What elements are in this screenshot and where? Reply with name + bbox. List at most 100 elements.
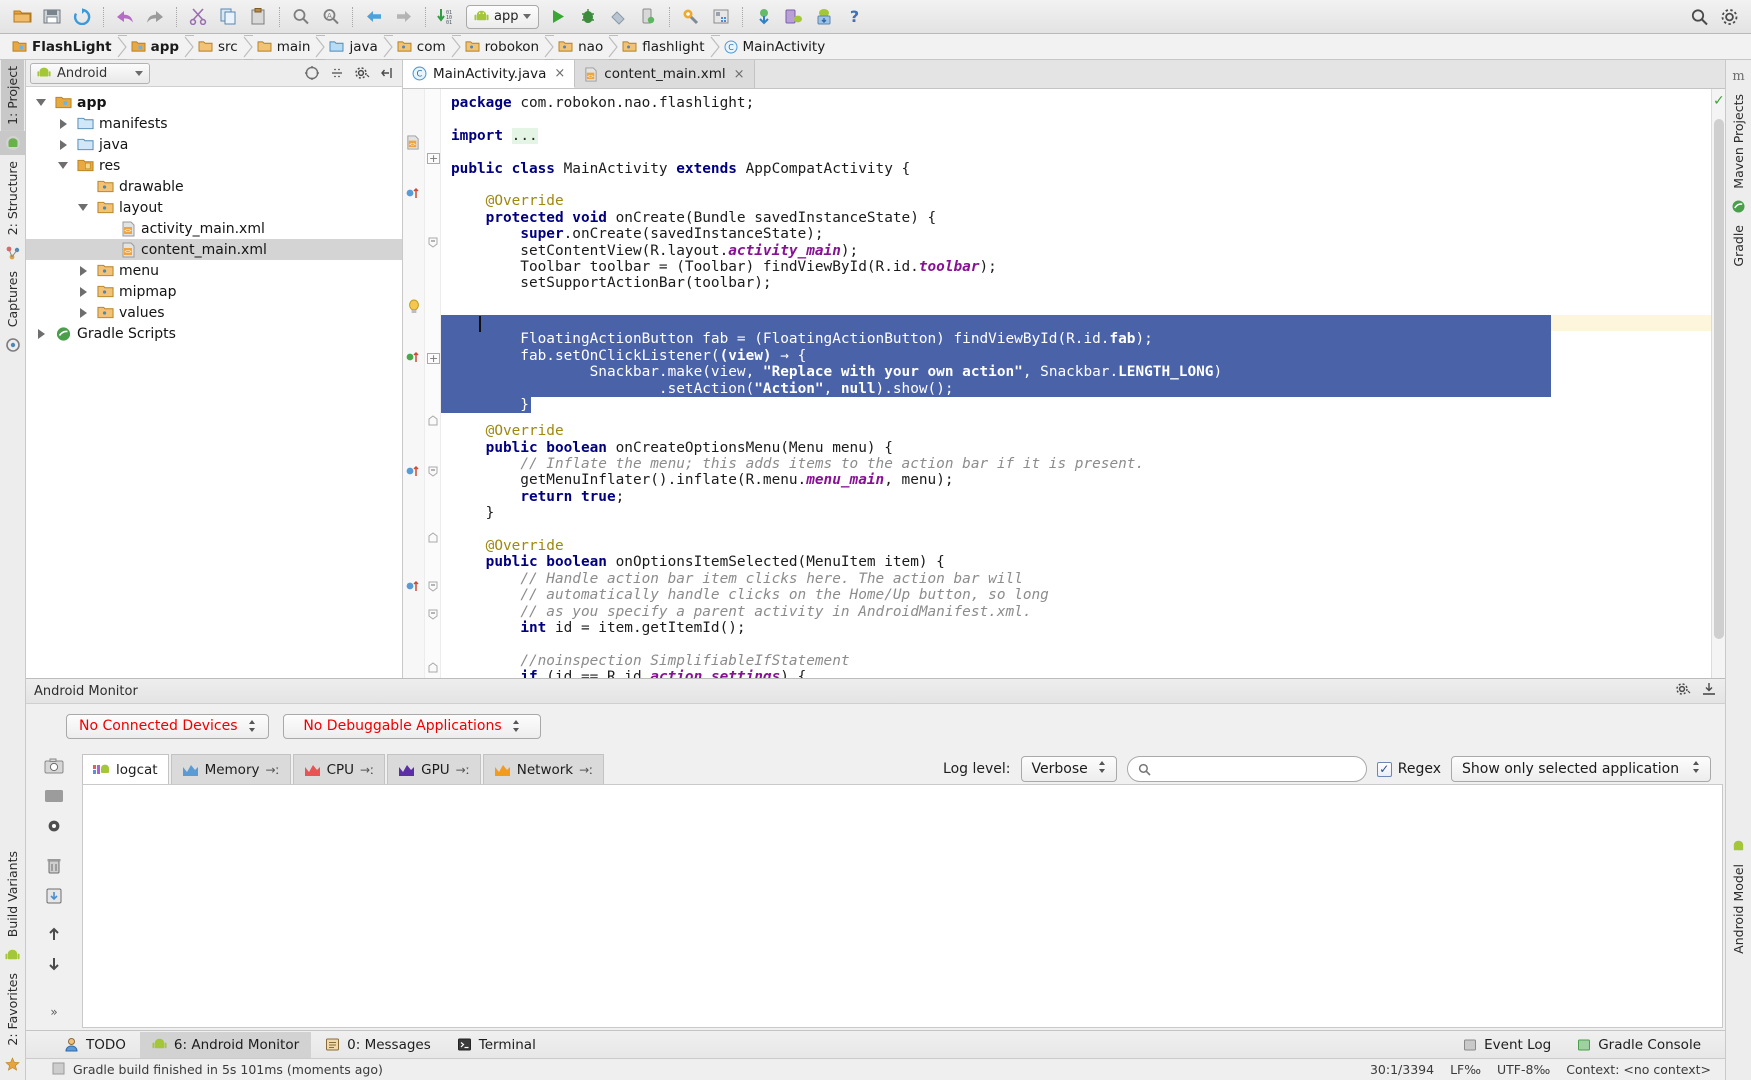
twisty-right-icon[interactable] [54,118,72,129]
tree-item-drawable[interactable]: drawable [26,176,402,197]
scroll-up-icon[interactable] [41,922,67,946]
breadcrumb-item-flashlight[interactable]: FlashLight [10,35,116,59]
tab-cpu[interactable]: CPU →ː [292,754,386,784]
twisty-right-icon[interactable] [74,265,92,276]
bottom-item-gradle-console[interactable]: Gradle Console [1565,1032,1713,1058]
selected-code-block[interactable]: FloatingActionButton fab = (FloatingActi… [451,315,1222,413]
bottom-item-android-monitor[interactable]: 6: Android Monitor [139,1031,312,1058]
xml-marker-icon[interactable]: <> [406,135,420,154]
logcat-search-input[interactable] [1126,756,1367,782]
code-text-area[interactable]: package com.robokon.nao.flashlight; impo… [441,89,1711,678]
tree-item-values[interactable]: values [26,302,402,323]
breadcrumb-item-robokon[interactable]: robokon [463,35,544,59]
compile-icon[interactable]: 01 10 01 [433,4,461,30]
fold-collapse-icon[interactable] [428,466,438,481]
sidebar-item-project[interactable]: 1: Project [1,60,24,131]
replace-icon[interactable]: A [317,4,345,30]
tab-logcat[interactable]: logcat [82,754,169,784]
spinner-arrows-icon[interactable] [512,719,520,733]
twisty-right-icon[interactable] [74,307,92,318]
detach-icon[interactable]: →ː [360,763,374,777]
breadcrumb-item-java[interactable]: java [327,35,381,59]
tree-item-manifests[interactable]: manifests [26,113,402,134]
breadcrumb-item-com[interactable]: com [395,35,450,59]
breadcrumb-item-nao[interactable]: nao [556,35,607,59]
collapse-all-icon[interactable] [326,62,348,84]
open-folder-icon[interactable] [8,4,36,30]
sidebar-item-gradle[interactable]: Gradle [1727,219,1750,273]
tree-item-layout[interactable]: layout [26,197,402,218]
scroll-down-icon[interactable] [41,952,67,976]
expand-more-icon[interactable]: » [41,1000,67,1024]
tree-item-mipmap[interactable]: mipmap [26,281,402,302]
device-selector[interactable]: No Connected Devices [66,713,269,739]
export-icon[interactable] [41,884,67,908]
editor-fold-gutter[interactable]: + + [425,89,441,678]
project-tree[interactable]: app manifests java res drawable layout <… [26,87,402,678]
twisty-down-icon[interactable] [54,162,72,169]
twisty-down-icon[interactable] [32,99,50,106]
find-icon[interactable] [287,4,315,30]
bottom-item-event-log[interactable]: Event Log [1451,1032,1563,1058]
forward-icon[interactable] [390,4,418,30]
breadcrumb-item-mainactivity[interactable]: C MainActivity [722,35,830,59]
fold-expand-icon[interactable]: + [427,353,441,364]
gear-icon[interactable] [1675,681,1691,701]
settings-icon[interactable] [1715,4,1743,30]
fold-end-icon[interactable] [428,662,438,677]
target-icon[interactable] [301,62,323,84]
checkbox-checked-icon[interactable]: ✓ [1376,761,1392,777]
tab-mainactivity-java[interactable]: C MainActivity.java × [403,60,576,88]
override-marker-icon[interactable] [406,464,421,482]
detach-icon[interactable]: →ː [579,763,593,777]
tree-item-content-main-xml[interactable]: <> content_main.xml [26,239,402,260]
fold-collapse-icon[interactable] [428,237,438,252]
regex-checkbox[interactable]: ✓ Regex [1376,761,1441,777]
bottom-item-messages[interactable]: 0: Messages [313,1032,443,1058]
intention-bulb-icon[interactable] [407,299,421,319]
caret-position[interactable]: 30:1/3394 [1370,1062,1434,1077]
avd-manager-icon[interactable] [707,4,735,30]
tab-memory[interactable]: Memory →ː [170,754,291,784]
save-all-icon[interactable] [38,4,66,30]
tree-item-java[interactable]: java [26,134,402,155]
tab-gpu[interactable]: GPU →ː [387,754,481,784]
twisty-right-icon[interactable] [74,286,92,297]
fold-expand-icon[interactable]: + [427,153,441,164]
fold-end-icon[interactable] [428,415,438,430]
debug-icon[interactable] [574,4,602,30]
sidebar-item-captures[interactable]: Captures [1,265,24,333]
hide-icon[interactable] [1701,681,1717,701]
chevron-down-icon[interactable] [135,70,143,76]
chevron-down-icon[interactable] [523,14,532,19]
detach-icon[interactable]: →ː [456,763,470,777]
twisty-right-icon[interactable] [32,328,50,339]
breadcrumb-item-flashlight-pkg[interactable]: flashlight [620,35,708,59]
sidebar-item-structure[interactable]: 2: Structure [1,155,24,241]
fold-collapse-icon[interactable] [428,609,438,624]
spinner-arrows-icon[interactable] [248,719,256,733]
breadcrumb-item-src[interactable]: src [196,35,242,59]
context-label[interactable]: Context: <no context> [1566,1062,1711,1077]
editor-annotation-gutter[interactable]: <> [403,89,425,678]
spinner-arrows-icon[interactable] [1692,760,1700,778]
logcat-output-view[interactable] [82,784,1723,1028]
project-view-selector[interactable]: Android [30,62,150,84]
override-marker-icon[interactable] [406,579,421,597]
twisty-down-icon[interactable] [74,204,92,211]
sync-icon[interactable] [68,4,96,30]
gear-icon[interactable] [351,62,373,84]
back-icon[interactable] [360,4,388,30]
twisty-right-icon[interactable] [54,139,72,150]
sync-gradle-icon[interactable] [750,4,778,30]
sidebar-item-android-model[interactable]: Android Model [1727,858,1750,960]
cut-icon[interactable] [184,4,212,30]
screen-record-icon[interactable] [41,784,67,808]
screenshot-icon[interactable] [41,754,67,778]
breadcrumb-item-app[interactable]: app [129,35,183,59]
search-everywhere-icon[interactable] [1685,4,1713,30]
sidebar-item-favorites[interactable]: 2: Favorites [1,967,24,1052]
coverage-icon[interactable] [604,4,632,30]
tree-item-activity-main-xml[interactable]: <> activity_main.xml [26,218,402,239]
breadcrumb-item-main[interactable]: main [255,35,315,59]
